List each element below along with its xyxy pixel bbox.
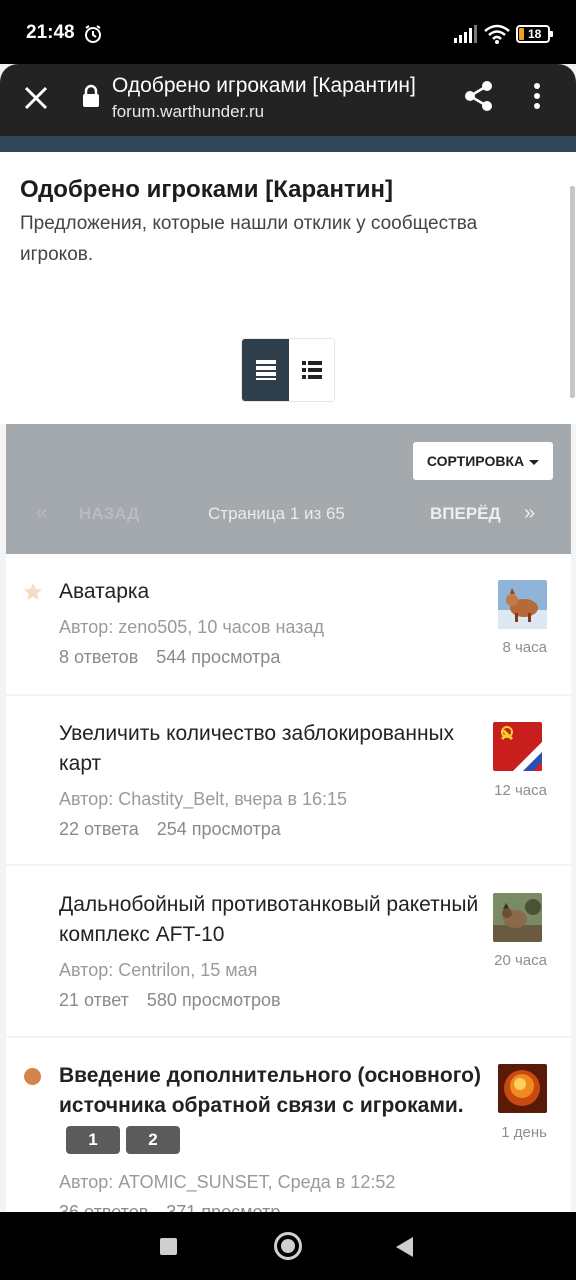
topic-last-activity: 8 часа: [502, 639, 547, 656]
status-time: 21:48: [26, 22, 75, 43]
wifi-icon: [484, 24, 510, 49]
flags-avatar[interactable]: [493, 722, 542, 771]
unread-dot-icon: [24, 1068, 41, 1085]
topic-row[interactable]: Введение дополнительного (основного) ист…: [6, 1038, 571, 1212]
view-toggle: [241, 338, 335, 402]
topic-title[interactable]: Введение дополнительного (основного) ист…: [59, 1061, 491, 1121]
close-icon[interactable]: [22, 84, 50, 112]
topic-replies: 8 ответов: [59, 647, 139, 667]
pagination-bar: СОРТИРОВКА « НАЗАД Страница 1 из 65 ВПЕР…: [6, 424, 571, 554]
topic-meta: Автор: Chastity_Belt, вчера в 16:15: [59, 789, 348, 809]
home-icon[interactable]: [274, 1232, 302, 1260]
topic-stats: 21 ответ 580 просмотров: [59, 990, 281, 1011]
prev-page-button: НАЗАД: [79, 504, 140, 523]
topic-last-activity: 20 часа: [494, 952, 547, 969]
site-header-strip: [0, 136, 576, 152]
next-page-button[interactable]: ВПЕРЁД: [430, 504, 501, 524]
topic-title[interactable]: Увеличить количество заблокированных кар…: [59, 719, 489, 779]
back-icon[interactable]: [396, 1237, 413, 1257]
topic-page-link[interactable]: 1: [66, 1126, 120, 1154]
soldier-dog-avatar[interactable]: [493, 893, 542, 942]
browser-title[interactable]: Одобрено игроками [Карантин]: [112, 74, 442, 98]
topic-stats: 22 ответа 254 просмотра: [59, 819, 281, 840]
topic-replies: 22 ответа: [59, 819, 139, 839]
battery-level: 18: [528, 27, 542, 41]
topic-meta: Автор: Centrilon, 15 мая: [59, 960, 258, 980]
recents-icon[interactable]: [160, 1238, 177, 1255]
forum-page: Одобрено игроками [Карантин] Предложения…: [0, 152, 576, 1212]
topic-views: 580 просмотров: [146, 990, 281, 1010]
status-bar: 21:48 18: [0, 0, 576, 64]
browser-toolbar: Одобрено игроками [Карантин] forum.warth…: [0, 64, 576, 136]
topic-page-links: 12: [66, 1126, 186, 1154]
caret-down-icon: [529, 459, 540, 465]
topic-replies: 21 ответ: [59, 990, 129, 1010]
alarm-icon: [83, 24, 103, 49]
topic-views: 371 просмотр: [166, 1202, 281, 1212]
battery-icon: 18: [516, 25, 553, 43]
system-nav-bar: [0, 1212, 576, 1280]
topic-row[interactable]: Увеличить количество заблокированных кар…: [6, 696, 571, 864]
star-icon: [23, 582, 43, 607]
sort-button[interactable]: СОРТИРОВКА: [413, 442, 553, 480]
wolf-avatar[interactable]: [498, 580, 547, 629]
first-page-icon: «: [36, 502, 48, 524]
topic-title[interactable]: Дальнобойный противотанковый ракетный ко…: [59, 890, 489, 950]
forum-header: Одобрено игроками [Карантин] Предложения…: [0, 152, 576, 424]
explosion-avatar[interactable]: [498, 1064, 547, 1113]
topic-page-link[interactable]: 2: [126, 1126, 180, 1154]
topic-views: 544 просмотра: [156, 647, 281, 667]
list-view-button[interactable]: [242, 339, 289, 401]
topic-views: 254 просмотра: [156, 819, 281, 839]
last-page-icon[interactable]: »: [524, 502, 535, 525]
topic-row[interactable]: Аватарка Автор: zeno505, 10 часов назад …: [6, 554, 571, 694]
browser-url[interactable]: forum.warthunder.ru: [112, 102, 264, 122]
topic-title[interactable]: Аватарка: [59, 577, 489, 607]
topic-replies: 36 ответов: [59, 1202, 149, 1212]
topic-last-activity: 1 день: [501, 1124, 547, 1141]
scrollbar[interactable]: [570, 186, 575, 398]
more-options-icon[interactable]: [532, 80, 542, 117]
topic-stats: 8 ответов 544 просмотра: [59, 647, 280, 668]
share-icon[interactable]: [464, 80, 494, 117]
topic-row[interactable]: Дальнобойный противотанковый ракетный ко…: [6, 866, 571, 1036]
page-indicator[interactable]: Страница 1 из 65: [208, 504, 345, 524]
sort-label: СОРТИРОВКА: [426, 453, 525, 469]
topic-last-activity: 12 часа: [494, 782, 547, 799]
signal-icon: [454, 25, 478, 48]
topic-stats: 36 ответов 371 просмотр: [59, 1202, 280, 1212]
lock-icon: [82, 84, 100, 113]
page-title: Одобрено игроками [Карантин]: [20, 176, 394, 203]
topic-meta: Автор: zeno505, 10 часов назад: [59, 617, 325, 637]
page-description: Предложения, которые нашли отклик у сооб…: [20, 213, 478, 265]
topic-meta: Автор: ATOMIC_SUNSET, Среда в 12:52: [59, 1172, 396, 1192]
compact-view-button[interactable]: [289, 339, 335, 401]
